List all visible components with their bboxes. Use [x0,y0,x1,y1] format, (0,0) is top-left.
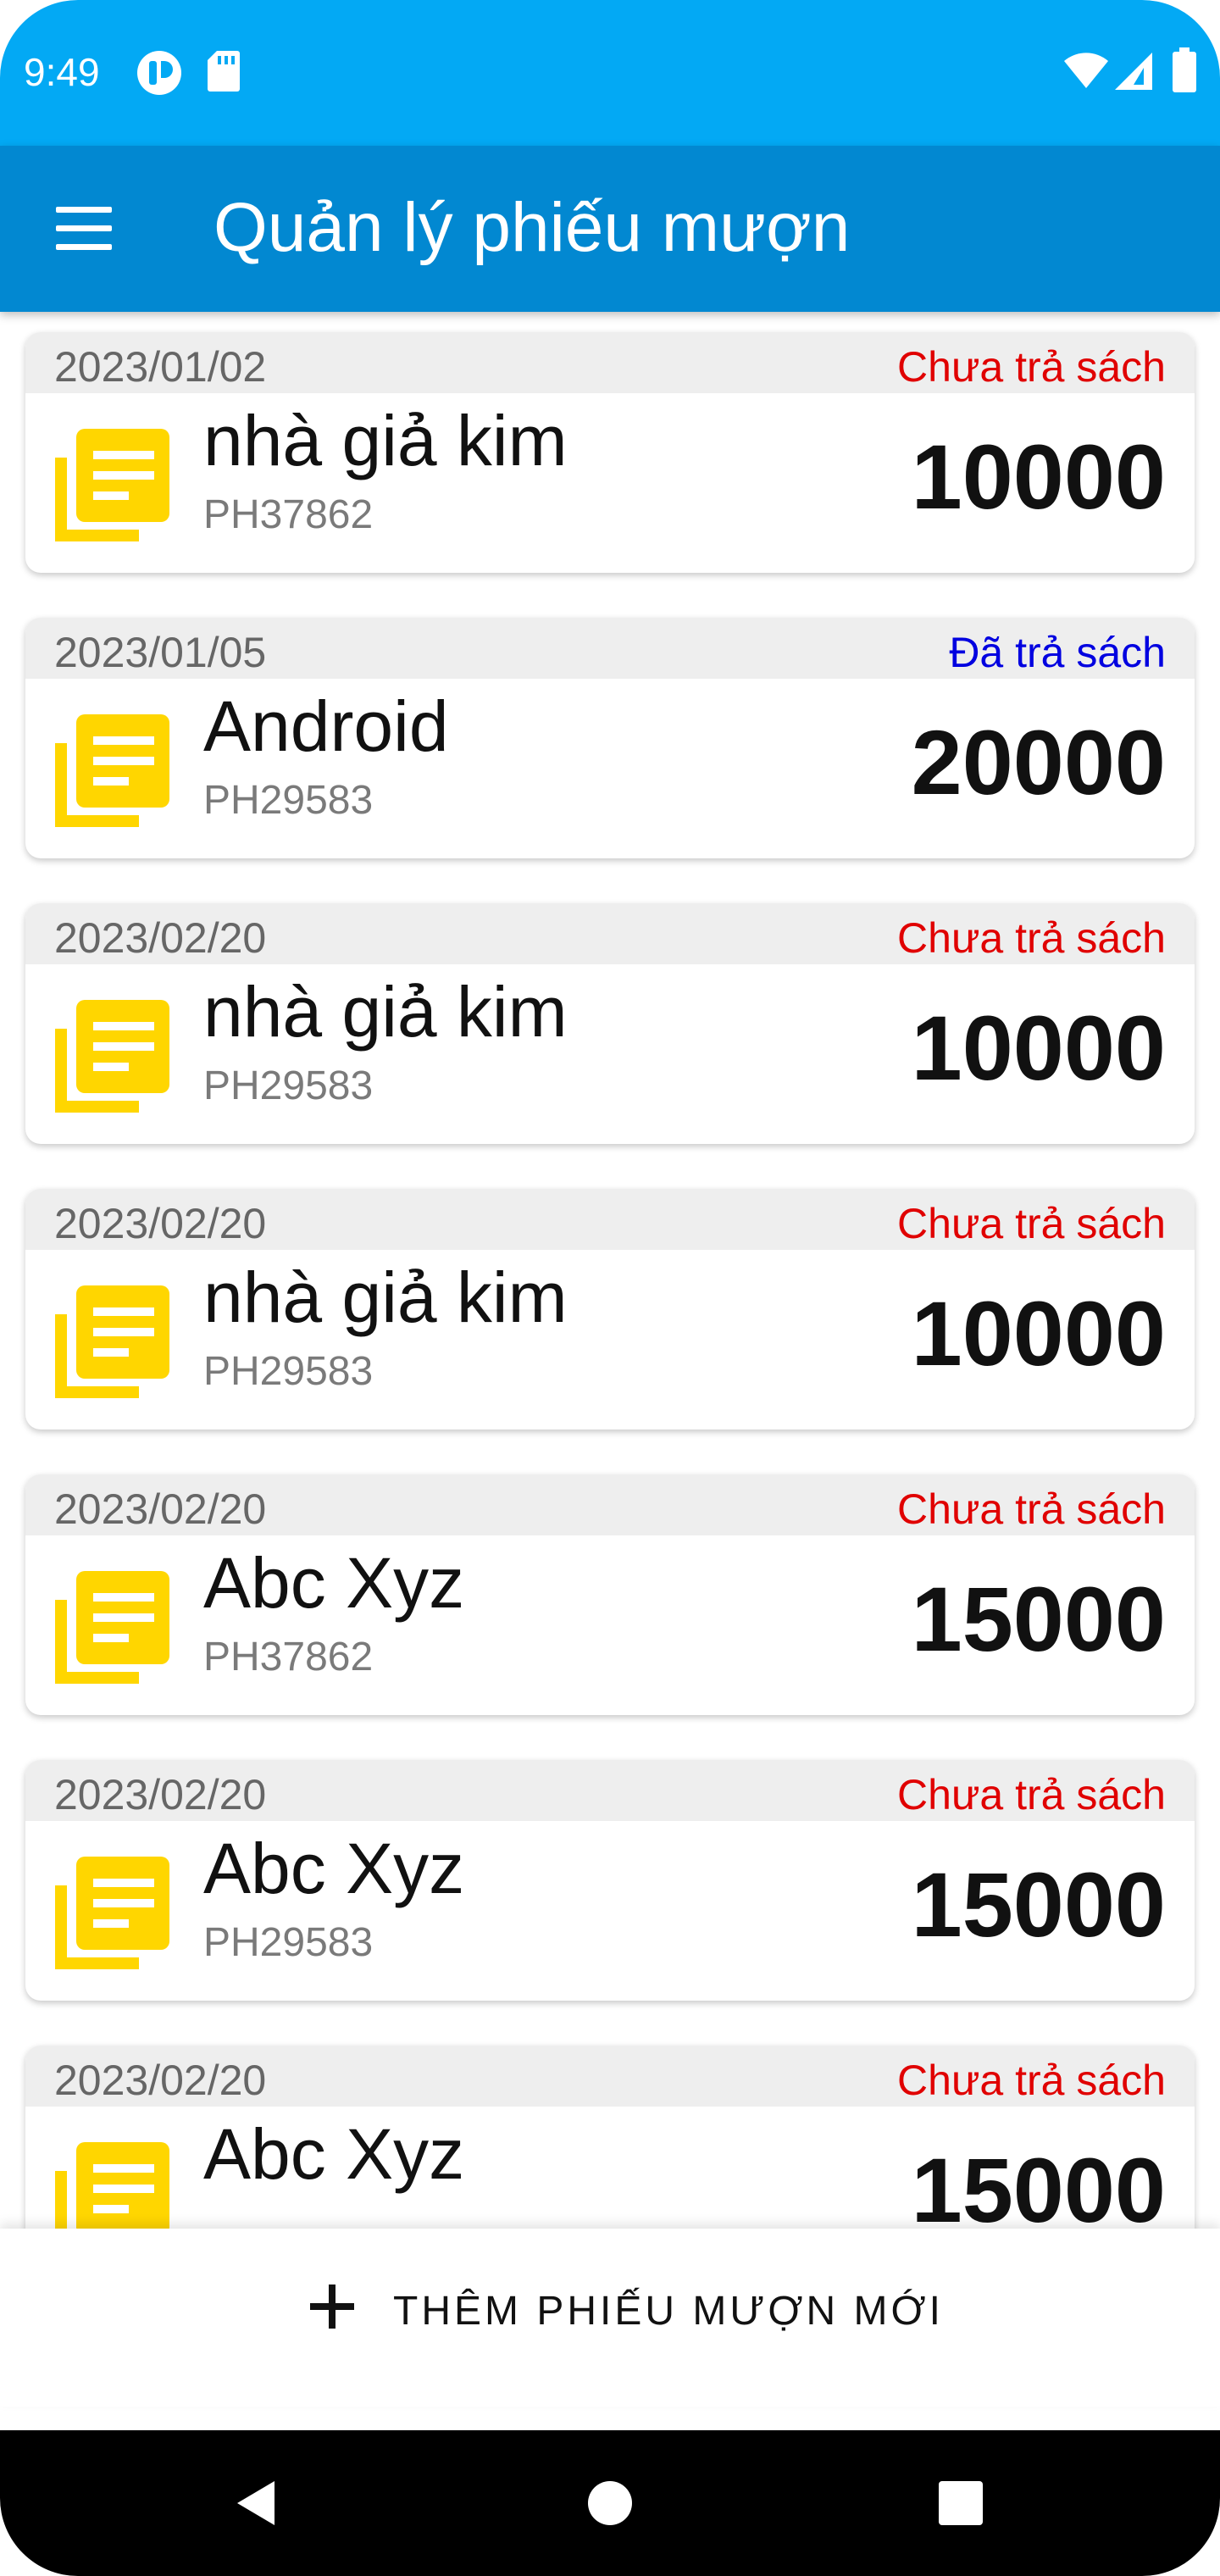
loan-price: 15000 [911,1568,1166,1670]
app-bar: Quản lý phiếu mượn [0,146,1220,312]
loan-status: Chưa trả sách [897,914,1166,962]
loan-member-id: PH29583 [203,1920,374,1965]
page-title: Quản lý phiếu mượn [214,189,851,266]
loan-date: 2023/02/20 [54,1200,267,1247]
loan-document-icon [51,1561,178,1688]
loan-card-header: 2023/02/20 Chưa trả sách [25,2046,1195,2107]
loan-document-icon [51,419,178,546]
add-loan-button[interactable]: THÊM PHIẾU MƯỢN MỚI [0,2251,1220,2378]
loan-book-title: Abc Xyz [203,1543,465,1623]
loan-card[interactable]: 2023/02/20 Chưa trả sách Abc Xyz 15000 [25,2046,1195,2229]
loan-book-title: Android [203,686,449,766]
loan-card-header: 2023/02/20 Chưa trả sách [25,1189,1195,1250]
loan-date: 2023/02/20 [54,2057,267,2104]
loan-status: Chưa trả sách [897,1771,1166,1818]
loan-price: 15000 [911,1853,1166,1956]
loan-card-header: 2023/01/05 Đã trả sách [25,618,1195,679]
loan-member-id: PH37862 [203,492,374,537]
recents-icon[interactable] [918,2461,1003,2545]
add-loan-label: THÊM PHIẾU MƯỢN MỚI [393,2289,944,2334]
loan-date: 2023/01/05 [54,629,267,676]
loan-book-title: nhà giả kim [203,972,568,1052]
loan-card[interactable]: 2023/02/20 Chưa trả sách nhà giả kim PH2958… [25,903,1195,1144]
loan-date: 2023/02/20 [54,1485,267,1533]
loan-document-icon [51,2132,178,2229]
loan-member-id: PH29583 [203,1349,374,1394]
loan-status: Chưa trả sách [897,343,1166,391]
loan-member-id: PH37862 [203,1635,374,1679]
loan-price: 20000 [911,711,1166,813]
app-notification-icon [137,51,181,95]
loan-book-title: nhà giả kim [203,401,568,480]
loan-list[interactable]: 2023/01/02 Chưa trả sách nhà giả kim PH3786… [0,312,1220,2229]
loan-date: 2023/02/20 [54,1771,267,1818]
loan-member-id: PH29583 [203,1063,374,1108]
loan-card[interactable]: 2023/02/20 Chưa trả sách Abc Xyz PH37862 150… [25,1474,1195,1715]
wifi-icon [1064,53,1108,88]
loan-price: 15000 [911,2139,1166,2229]
loan-date: 2023/01/02 [54,343,267,391]
battery-icon [1173,47,1196,92]
loan-card[interactable]: 2023/01/05 Đã trả sách Android PH29583 20000 [25,618,1195,858]
loan-status: Chưa trả sách [897,1200,1166,1247]
loan-price: 10000 [911,425,1166,528]
loan-document-icon [51,1846,178,1974]
loan-card[interactable]: 2023/01/02 Chưa trả sách nhà giả kim PH3786… [25,332,1195,573]
cellular-signal-icon [1115,53,1152,90]
home-icon[interactable] [568,2461,652,2545]
add-bar: THÊM PHIẾU MƯỢN MỚI [0,2229,1220,2407]
loan-document-icon [51,704,178,831]
loan-card-header: 2023/02/20 Chưa trả sách [25,1760,1195,1821]
loan-book-title: Abc Xyz [203,2114,465,2194]
loan-member-id: PH29583 [203,778,374,823]
loan-price: 10000 [911,1282,1166,1385]
plus-icon [310,2285,354,2329]
loan-price: 10000 [911,997,1166,1099]
loan-book-title: Abc Xyz [203,1829,465,1908]
loan-card-header: 2023/02/20 Chưa trả sách [25,1474,1195,1535]
loan-card-header: 2023/01/02 Chưa trả sách [25,332,1195,393]
loan-book-title: nhà giả kim [203,1257,568,1337]
loan-status: Chưa trả sách [897,2057,1166,2104]
status-time: 9:49 [24,50,100,94]
loan-card[interactable]: 2023/02/20 Chưa trả sách Abc Xyz PH29583 150… [25,1760,1195,2001]
back-icon[interactable] [214,2461,298,2545]
status-bar: 9:49 [0,0,1220,146]
loan-date: 2023/02/20 [54,914,267,962]
hamburger-menu-icon[interactable] [42,197,127,261]
loan-status: Đã trả sách [949,629,1166,676]
loan-card[interactable]: 2023/02/20 Chưa trả sách nhà giả kim PH2958… [25,1189,1195,1430]
loan-status: Chưa trả sách [897,1485,1166,1533]
loan-card-header: 2023/02/20 Chưa trả sách [25,903,1195,964]
sd-card-icon [208,51,240,92]
navigation-bar [0,2430,1220,2576]
loan-document-icon [51,1275,178,1402]
loan-document-icon [51,990,178,1117]
